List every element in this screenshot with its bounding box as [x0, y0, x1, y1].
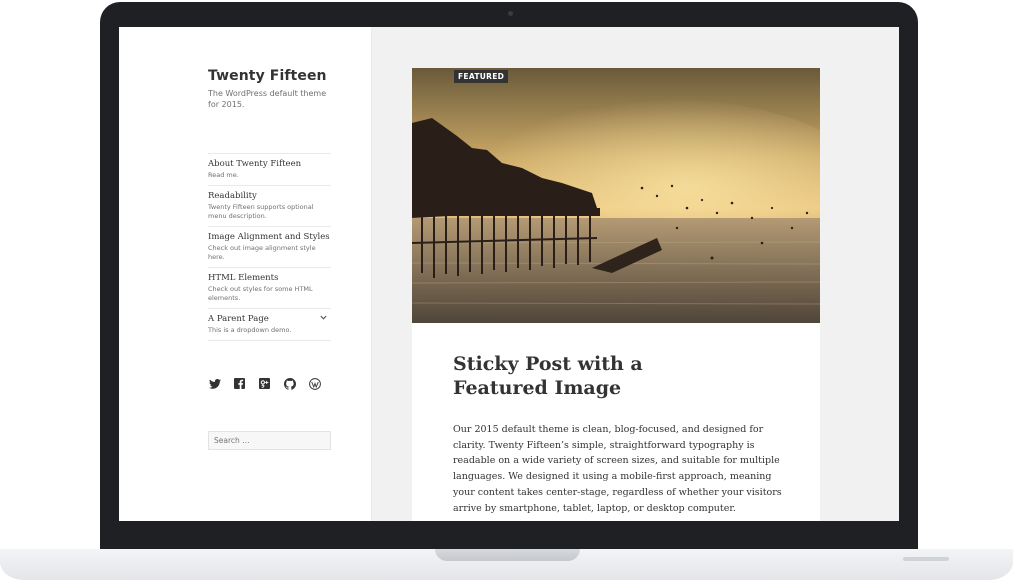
site-title[interactable]: Twenty Fifteen — [208, 68, 327, 84]
post-body: Our 2015 default theme is clean, blog-fo… — [453, 424, 782, 514]
featured-image[interactable]: FEATURED — [412, 68, 820, 323]
search-input[interactable] — [208, 431, 331, 450]
menu-item-readability[interactable]: Readability Twenty Fifteen supports opti… — [208, 185, 331, 226]
google-plus-icon[interactable] — [258, 377, 271, 390]
menu-item-about[interactable]: About Twenty Fifteen Read me. — [208, 153, 331, 185]
social-links — [208, 377, 321, 390]
menu-item-title[interactable]: A Parent Page — [208, 313, 331, 325]
wordpress-icon[interactable] — [308, 377, 321, 390]
main-menu: About Twenty Fifteen Read me. Readabilit… — [208, 153, 331, 341]
menu-item-html-elements[interactable]: HTML Elements Check out styles for some … — [208, 267, 331, 308]
browser-screen: Twenty Fifteen The WordPress default the… — [119, 27, 899, 521]
camera-icon — [508, 11, 513, 16]
menu-item-description: This is a dropdown demo. — [208, 326, 292, 334]
menu-item-description: Read me. — [208, 171, 239, 179]
menu-item-parent-page[interactable]: A Parent Page This is a dropdown demo. — [208, 308, 331, 341]
menu-item-title[interactable]: Readability — [208, 190, 331, 202]
sticky-post: FEATURED Sticky Post with a Featured Ima… — [412, 68, 820, 521]
featured-badge: FEATURED — [454, 70, 509, 83]
post-title[interactable]: Sticky Post with a Featured Image — [453, 352, 673, 400]
menu-item-title[interactable]: HTML Elements — [208, 272, 331, 284]
sidebar: Twenty Fifteen The WordPress default the… — [119, 27, 371, 521]
laptop-edge-mark — [903, 557, 949, 561]
menu-item-description: Check out image alignment style here. — [208, 244, 316, 261]
chevron-down-icon[interactable] — [320, 314, 327, 322]
github-icon[interactable] — [283, 377, 296, 390]
menu-item-image-alignment[interactable]: Image Alignment and Styles Check out ima… — [208, 226, 331, 267]
menu-item-title[interactable]: Image Alignment and Styles — [208, 231, 331, 243]
twitter-icon[interactable] — [208, 377, 221, 390]
menu-item-title[interactable]: About Twenty Fifteen — [208, 158, 331, 170]
site-description: The WordPress default theme for 2015. — [208, 89, 327, 109]
menu-item-description: Check out styles for some HTML elements. — [208, 285, 313, 302]
laptop-notch — [435, 549, 580, 561]
menu-item-description: Twenty Fifteen supports optional menu de… — [208, 203, 314, 220]
facebook-icon[interactable] — [233, 377, 246, 390]
